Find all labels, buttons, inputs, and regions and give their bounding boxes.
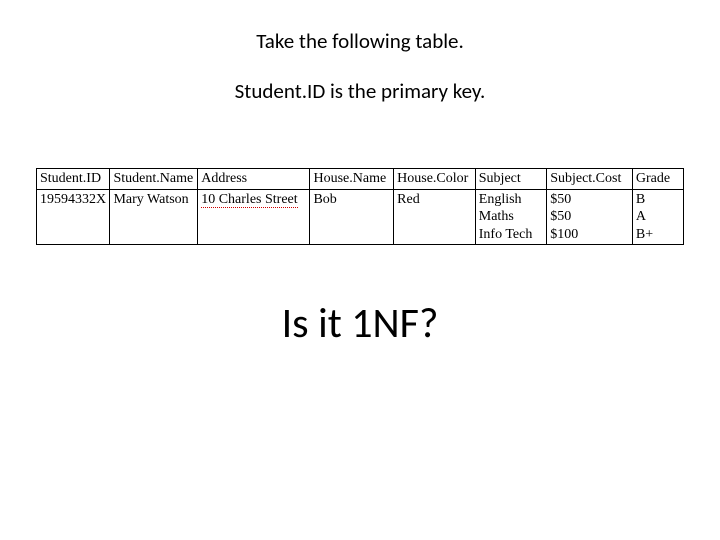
cost-1: $50 [550, 191, 629, 209]
col-house-name: House.Name [310, 169, 394, 190]
col-subject: Subject [475, 169, 546, 190]
heading-line-1: Take the following table. [0, 28, 720, 54]
student-table: Student.ID Student.Name Address House.Na… [36, 168, 684, 245]
slide: Take the following table. Student.ID is … [0, 0, 720, 540]
cost-2: $50 [550, 208, 629, 226]
cell-house-name: Bob [310, 189, 394, 245]
col-grade: Grade [632, 169, 683, 190]
subject-2: Maths [479, 208, 543, 226]
cell-subjects: English Maths Info Tech [475, 189, 546, 245]
heading-line-2: Student.ID is the primary key. [0, 78, 720, 104]
cell-grades: B A B+ [632, 189, 683, 245]
cell-address: 10 Charles Street [198, 189, 310, 245]
table-row: 19594332X Mary Watson 10 Charles Street … [37, 189, 684, 245]
cell-student-id: 19594332X [37, 189, 110, 245]
cost-3: $100 [550, 226, 629, 244]
table-container: Student.ID Student.Name Address House.Na… [36, 168, 684, 245]
col-house-color: House.Color [394, 169, 476, 190]
question-text: Is it 1NF? [0, 298, 720, 349]
col-subject-cost: Subject.Cost [547, 169, 633, 190]
cell-student-name: Mary Watson [110, 189, 198, 245]
subject-3: Info Tech [479, 226, 543, 244]
col-address: Address [198, 169, 310, 190]
grade-2: A [636, 208, 680, 226]
grade-3: B+ [636, 226, 680, 244]
grade-1: B [636, 191, 680, 209]
col-student-name: Student.Name [110, 169, 198, 190]
subject-1: English [479, 191, 543, 209]
cell-house-color: Red [394, 189, 476, 245]
address-text: 10 Charles Street [201, 192, 297, 208]
cell-costs: $50 $50 $100 [547, 189, 633, 245]
col-student-id: Student.ID [37, 169, 110, 190]
table-header-row: Student.ID Student.Name Address House.Na… [37, 169, 684, 190]
